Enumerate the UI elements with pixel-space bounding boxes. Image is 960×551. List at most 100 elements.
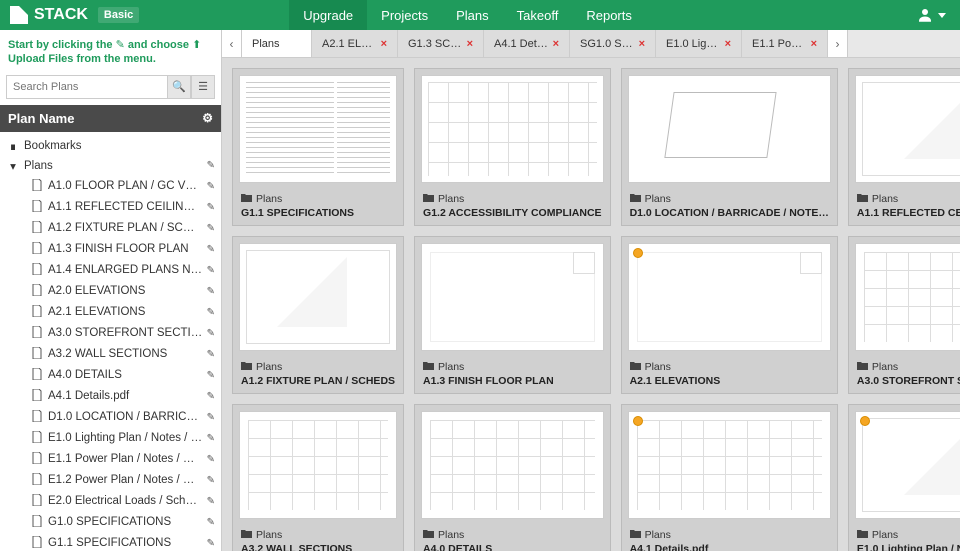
card-crumb: Plans: [872, 361, 898, 373]
edit-icon[interactable]: ✎: [207, 496, 215, 507]
card-crumb: Plans: [645, 529, 671, 541]
tree-row[interactable]: E1.0 Lighting Plan / Notes / Details.pdf…: [0, 428, 221, 449]
edit-icon[interactable]: ✎: [207, 433, 215, 444]
document-tab[interactable]: SG1.0 Sign - Grap×: [570, 30, 656, 57]
thumbnail-grid: PlansG1.1 SPECIFICATIONSPlansG1.2 ACCESS…: [232, 68, 960, 551]
document-tab[interactable]: E1.1 Power P×: [742, 30, 828, 57]
document-tab[interactable]: E1.0 Lighting Pla×: [656, 30, 742, 57]
edit-icon[interactable]: ✎: [207, 202, 215, 213]
tree-row[interactable]: E2.0 Electrical Loads / Scheds.pdf✎: [0, 491, 221, 512]
tree-row[interactable]: E1.2 Power Plan / Notes / Details.pdf ✎: [0, 470, 221, 491]
folder-icon: [423, 361, 434, 373]
close-icon[interactable]: ×: [639, 38, 645, 50]
tree-row[interactable]: ∎Bookmarks: [0, 136, 221, 156]
nav-plans[interactable]: Plans: [442, 0, 503, 30]
user-menu[interactable]: [902, 6, 960, 24]
tree-row[interactable]: A2.1 ELEVATIONS ✎: [0, 302, 221, 323]
tree-row[interactable]: A2.0 ELEVATIONS✎: [0, 281, 221, 302]
file-icon: [30, 515, 44, 530]
plan-thumbnail: [239, 411, 397, 519]
tree-row[interactable]: G1.1 SPECIFICATIONS✎: [0, 533, 221, 551]
close-icon[interactable]: ×: [725, 38, 731, 50]
tree-label: A4.1 Details.pdf: [48, 390, 203, 402]
folder-icon: [241, 529, 252, 541]
logo[interactable]: STACK Basic: [0, 6, 149, 24]
edit-icon[interactable]: ✎: [207, 475, 215, 486]
plan-card[interactable]: PlansA3.2 WALL SECTIONS: [232, 404, 404, 551]
tree-row[interactable]: A3.2 WALL SECTIONS ✎: [0, 344, 221, 365]
gear-icon[interactable]: ⚙: [202, 111, 213, 125]
file-icon: [30, 452, 44, 467]
edit-icon[interactable]: ✎: [207, 370, 215, 381]
close-icon[interactable]: ×: [467, 38, 473, 50]
tree-label: A1.3 FINISH FLOOR PLAN: [48, 243, 203, 255]
close-icon[interactable]: ×: [381, 38, 387, 50]
tree-row[interactable]: E1.1 Power Plan / Notes / Details.pdf✎: [0, 449, 221, 470]
tree-row[interactable]: ▾Plans✎: [0, 156, 221, 176]
card-title: A3.2 WALL SECTIONS: [241, 543, 395, 551]
card-crumb: Plans: [256, 193, 282, 205]
tree-row[interactable]: A4.0 DETAILS✎: [0, 365, 221, 386]
folder-icon: [630, 361, 641, 373]
plan-card[interactable]: PlansA1.3 FINISH FLOOR PLAN: [414, 236, 611, 394]
search-icon: 🔍: [172, 80, 186, 93]
folder-icon: [630, 193, 641, 205]
document-tab[interactable]: G1.3 SCHEDULES×: [398, 30, 484, 57]
search-button[interactable]: 🔍: [167, 75, 191, 99]
edit-icon[interactable]: ✎: [207, 286, 215, 297]
tree-label: E1.2 Power Plan / Notes / Details.pdf: [48, 474, 203, 486]
plan-card[interactable]: PlansA3.0 STOREFRONT SECTIONS: [848, 236, 960, 394]
tree-row[interactable]: A1.3 FINISH FLOOR PLAN ✎: [0, 239, 221, 260]
edit-icon[interactable]: ✎: [207, 454, 215, 465]
folder-icon: [630, 529, 641, 541]
plan-card[interactable]: PlansA2.1 ELEVATIONS: [621, 236, 838, 394]
file-icon: [30, 473, 44, 488]
tab-scroll-right[interactable]: ›: [828, 30, 848, 57]
plan-card[interactable]: PlansA1.2 FIXTURE PLAN / SCHEDS: [232, 236, 404, 394]
nav-projects[interactable]: Projects: [367, 0, 442, 30]
tree-row[interactable]: A4.1 Details.pdf ✎: [0, 386, 221, 407]
edit-icon[interactable]: ✎: [207, 517, 215, 528]
edit-icon[interactable]: ✎: [207, 412, 215, 423]
tree-row[interactable]: A1.0 FLOOR PLAN / GC VERIFIC. NOT…✎: [0, 176, 221, 197]
tree-label: A3.2 WALL SECTIONS: [48, 348, 203, 360]
nav-reports[interactable]: Reports: [572, 0, 646, 30]
edit-icon[interactable]: ✎: [207, 223, 215, 234]
search-menu-button[interactable]: ☰: [191, 75, 215, 99]
plan-card[interactable]: PlansG1.2 ACCESSIBILITY COMPLIANCE: [414, 68, 611, 226]
tree-row[interactable]: G1.0 SPECIFICATIONS ✎: [0, 512, 221, 533]
tree-row[interactable]: A3.0 STOREFRONT SECTIONS✎: [0, 323, 221, 344]
edit-icon[interactable]: ✎: [207, 160, 215, 171]
edit-icon[interactable]: ✎: [207, 181, 215, 192]
plan-card[interactable]: PlansD1.0 LOCATION / BARRICADE / NOTE…: [621, 68, 838, 226]
plan-card[interactable]: PlansE1.0 Lighting Plan / Notes / Detail…: [848, 404, 960, 551]
tree-row[interactable]: A1.2 FIXTURE PLAN / SCHEDS✎: [0, 218, 221, 239]
plan-card[interactable]: PlansA4.0 DETAILS: [414, 404, 611, 551]
search-input[interactable]: [6, 75, 167, 99]
plan-card[interactable]: PlansG1.1 SPECIFICATIONS: [232, 68, 404, 226]
edit-icon[interactable]: ✎: [207, 244, 215, 255]
edit-icon[interactable]: ✎: [207, 349, 215, 360]
tree-row[interactable]: A1.1 REFLECTED CEILING PLAN / DE…✎: [0, 197, 221, 218]
tab-plans-main[interactable]: Plans: [242, 30, 312, 57]
edit-icon[interactable]: ✎: [207, 307, 215, 318]
plan-thumbnail: [239, 75, 397, 183]
edit-icon[interactable]: ✎: [207, 391, 215, 402]
tree-row[interactable]: A1.4 ENLARGED PLANS NOTES✎: [0, 260, 221, 281]
close-icon[interactable]: ×: [811, 38, 817, 50]
tree-row[interactable]: D1.0 LOCATION / BARRICADE / NOTE…✎: [0, 407, 221, 428]
nav-takeoff[interactable]: Takeoff: [503, 0, 573, 30]
nav-upgrade[interactable]: Upgrade: [289, 0, 367, 30]
tree-label: G1.0 SPECIFICATIONS: [48, 516, 203, 528]
plan-card[interactable]: PlansA4.1 Details.pdf: [621, 404, 838, 551]
close-icon[interactable]: ×: [553, 38, 559, 50]
edit-icon[interactable]: ✎: [207, 538, 215, 549]
plan-card[interactable]: PlansA1.1 REFLECTED CEILING PLAN / DE…: [848, 68, 960, 226]
edit-icon[interactable]: ✎: [207, 328, 215, 339]
tab-scroll-left[interactable]: ‹: [222, 30, 242, 57]
document-tab[interactable]: A2.1 ELEVATIONS×: [312, 30, 398, 57]
tree-label: A2.1 ELEVATIONS: [48, 306, 203, 318]
file-icon: [30, 410, 44, 425]
edit-icon[interactable]: ✎: [207, 265, 215, 276]
document-tab[interactable]: A4.1 Details.pdf×: [484, 30, 570, 57]
